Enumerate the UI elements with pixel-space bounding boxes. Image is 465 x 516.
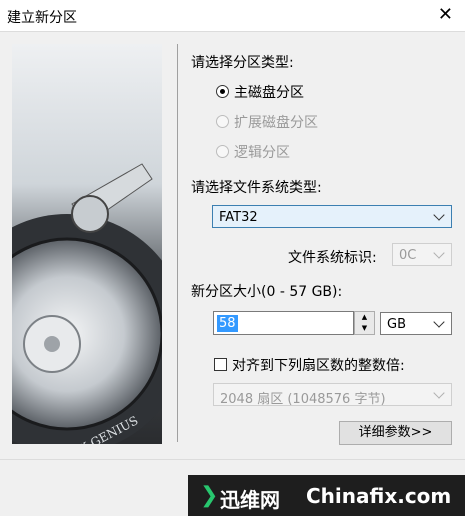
size-heading: 新分区大小(0 - 57 GB):	[191, 284, 343, 300]
radio-primary-label: 主磁盘分区	[234, 85, 304, 101]
filesystem-id-value: 0C	[399, 248, 417, 263]
chevron-down-icon	[433, 387, 445, 399]
align-label: 对齐到下列扇区数的整数倍:	[232, 358, 405, 374]
watermark-logo-icon: ❯	[200, 483, 219, 508]
watermark-text-cn: 迅维网	[220, 488, 280, 512]
size-input[interactable]: 58	[213, 311, 354, 335]
radio-extended[interactable]	[216, 115, 229, 128]
actuator	[71, 195, 109, 233]
chevron-down-icon	[433, 209, 445, 221]
size-input-value: 58	[217, 315, 238, 332]
align-select[interactable]: 2048 扇区 (1048576 字节)	[213, 383, 452, 407]
title-bar: 建立新分区 ✕	[0, 0, 465, 31]
partition-type-heading: 请选择分区类型:	[191, 55, 294, 71]
watermark: ❯ 迅维网 Chinafix.com	[188, 475, 465, 516]
filesystem-select[interactable]: FAT32	[212, 205, 452, 228]
stepper-up-icon[interactable]: ▲	[355, 312, 374, 323]
chevron-down-icon	[433, 316, 445, 328]
radio-primary[interactable]	[216, 85, 229, 98]
align-checkbox[interactable]	[214, 358, 227, 371]
spindle-hub	[44, 336, 60, 352]
details-button[interactable]: 详细参数>>	[339, 421, 452, 445]
size-unit-select[interactable]: GB	[380, 312, 452, 335]
size-unit-value: GB	[387, 317, 406, 332]
close-icon[interactable]: ✕	[438, 4, 453, 25]
filesystem-heading: 请选择文件系统类型:	[191, 180, 322, 196]
window-title: 建立新分区	[7, 10, 77, 26]
radio-extended-label: 扩展磁盘分区	[234, 115, 318, 131]
hard-disk-illustration: DISK GENIUS	[12, 163, 162, 444]
stepper-down-icon[interactable]: ▼	[355, 323, 374, 334]
chevron-down-icon	[433, 247, 445, 259]
size-stepper[interactable]: ▲ ▼	[354, 311, 375, 335]
panel-divider	[177, 44, 178, 442]
filesystem-select-value: FAT32	[219, 210, 258, 225]
footer-separator	[0, 459, 465, 460]
hard-disk-image: DISK GENIUS	[12, 44, 162, 444]
title-separator	[0, 31, 465, 32]
filesystem-id-select[interactable]: 0C	[392, 243, 452, 266]
align-select-value: 2048 扇区 (1048576 字节)	[220, 392, 386, 407]
filesystem-id-label: 文件系统标识:	[288, 250, 377, 266]
radio-logical[interactable]	[216, 145, 229, 158]
watermark-text-en: Chinafix.com	[306, 484, 452, 508]
radio-logical-label: 逻辑分区	[234, 145, 290, 161]
